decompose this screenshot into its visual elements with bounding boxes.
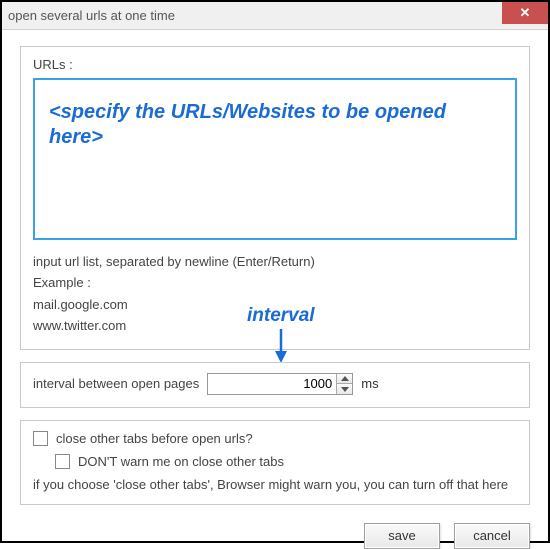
cancel-button[interactable]: cancel xyxy=(454,523,530,549)
chevron-up-icon xyxy=(341,376,349,381)
urls-fieldset: URLs : input url list, separated by newl… xyxy=(20,46,530,350)
hint-line: input url list, separated by newline (En… xyxy=(33,251,517,272)
close-other-tabs-checkbox[interactable] xyxy=(33,431,48,446)
dont-warn-label[interactable]: DON'T warn me on close other tabs xyxy=(78,454,284,469)
hint-line: mail.google.com xyxy=(33,294,517,315)
spinner-up-button[interactable] xyxy=(337,374,352,384)
close-other-tabs-label[interactable]: close other tabs before open urls? xyxy=(56,431,253,446)
tabs-fieldset: close other tabs before open urls? DON'T… xyxy=(20,420,530,505)
window-title: open several urls at one time xyxy=(8,8,175,23)
urls-textarea[interactable] xyxy=(33,78,517,240)
hint-line: Example : xyxy=(33,272,517,293)
spinner-down-button[interactable] xyxy=(337,383,352,394)
urls-label: URLs : xyxy=(33,57,517,72)
interval-unit: ms xyxy=(361,376,378,391)
dialog-content: URLs : input url list, separated by newl… xyxy=(2,30,548,505)
tabs-note: if you choose 'close other tabs', Browse… xyxy=(33,477,517,492)
hint-line: www.twitter.com xyxy=(33,315,517,336)
interval-spinner xyxy=(207,373,353,395)
interval-fieldset: interval between open pages ms xyxy=(20,362,530,408)
urls-hint: input url list, separated by newline (En… xyxy=(33,251,517,337)
dont-warn-checkbox[interactable] xyxy=(55,454,70,469)
interval-input[interactable] xyxy=(208,374,336,394)
close-button[interactable]: ✕ xyxy=(502,2,548,24)
close-icon: ✕ xyxy=(520,5,531,21)
interval-label: interval between open pages xyxy=(33,376,199,391)
spinner-buttons xyxy=(336,374,352,394)
titlebar: open several urls at one time ✕ xyxy=(2,2,548,30)
save-button[interactable]: save xyxy=(364,523,440,549)
button-row: save cancel xyxy=(2,517,548,549)
chevron-down-icon xyxy=(341,387,349,392)
